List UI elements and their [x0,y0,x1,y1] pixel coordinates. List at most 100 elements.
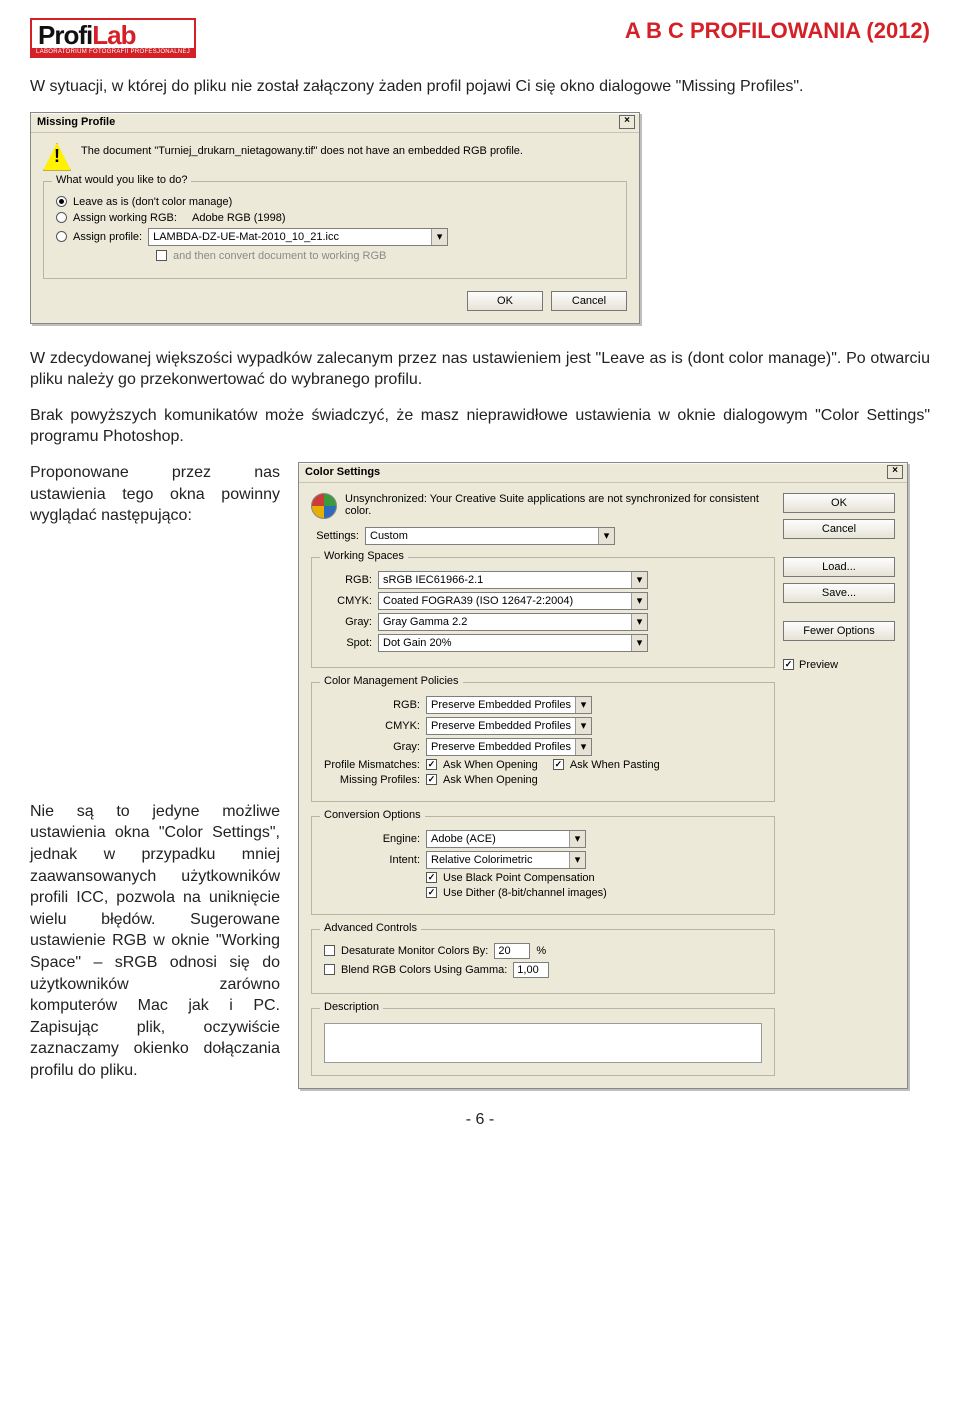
pol-cmyk-label: CMYK: [324,720,420,732]
pol-rgb-combo[interactable]: Preserve Embedded Profiles▾ [426,696,592,714]
ws-rgb-combo[interactable]: sRGB IEC61966-2.1▾ [378,571,648,589]
radio-leave-as-is[interactable] [56,196,67,207]
mismatch-paste-checkbox[interactable] [553,759,564,770]
desat-value: 20 [498,945,510,957]
pol-gray-label: Gray: [324,741,420,753]
paragraph-2: W zdecydowanej większości wypadków zalec… [30,348,930,391]
mismatch-label: Profile Mismatches: [324,759,420,771]
ws-cmyk-label: CMYK: [324,595,372,607]
settings-label: Settings: [311,530,359,542]
mismatch-paste-label: Ask When Pasting [570,759,660,771]
close-icon[interactable]: × [887,465,903,479]
radio-assign-profile[interactable] [56,231,67,242]
ws-gray-combo[interactable]: Gray Gamma 2.2▾ [378,613,648,631]
preview-label: Preview [799,659,838,671]
preview-checkbox[interactable] [783,659,794,670]
color-settings-dialog: Color Settings × Unsynchronized: Your Cr… [298,462,908,1089]
ws-rgb-label: RGB: [324,574,372,586]
save-button[interactable]: Save... [783,583,895,603]
conversion-title: Conversion Options [320,809,425,821]
radio-working-label: Assign working RGB: [73,212,177,224]
missing-open-checkbox[interactable] [426,774,437,785]
pol-cmyk-value: Preserve Embedded Profiles [427,720,575,732]
paragraph-3: Brak powyższych komunikatów może świadcz… [30,405,930,448]
logo-text-2: Lab [92,20,135,50]
intent-value: Relative Colorimetric [427,854,569,866]
logo-text-1: Profi [38,20,92,50]
convert-label: and then convert document to working RGB [173,250,386,262]
warning-icon: ! [43,143,71,171]
radio-working-value: Adobe RGB (1998) [192,212,286,224]
brand-logo: ProfiLab LABORATORIUM FOTOGRAFII PROFESJ… [30,18,196,58]
chevron-down-icon[interactable]: ▾ [631,614,647,630]
dialog-title: Missing Profile [37,116,115,128]
load-button[interactable]: Load... [783,557,895,577]
dialog-title: Color Settings [305,466,380,478]
blend-label: Blend RGB Colors Using Gamma: [341,964,507,976]
bpc-label: Use Black Point Compensation [443,872,595,884]
cancel-button[interactable]: Cancel [551,291,627,311]
blend-checkbox[interactable] [324,964,335,975]
ws-cmyk-value: Coated FOGRA39 (ISO 12647-2:2004) [379,595,631,607]
description-title: Description [320,1001,383,1013]
logo-subtitle: LABORATORIUM FOTOGRAFII PROFESJONALNEJ [32,48,194,56]
chevron-down-icon[interactable]: ▾ [575,718,591,734]
policies-title: Color Management Policies [320,675,463,687]
pol-gray-value: Preserve Embedded Profiles [427,741,575,753]
dither-checkbox[interactable] [426,887,437,898]
desat-suffix: % [536,945,546,957]
chevron-down-icon[interactable]: ▾ [569,831,585,847]
ws-spot-value: Dot Gain 20% [379,637,631,649]
ok-button[interactable]: OK [783,493,895,513]
working-spaces-title: Working Spaces [320,550,408,562]
ok-button[interactable]: OK [467,291,543,311]
mismatch-open-label: Ask When Opening [443,759,538,771]
engine-combo[interactable]: Adobe (ACE)▾ [426,830,586,848]
dither-label: Use Dither (8-bit/channel images) [443,887,607,899]
chevron-down-icon[interactable]: ▾ [631,635,647,651]
ws-rgb-value: sRGB IEC61966-2.1 [379,574,631,586]
missing-profile-dialog: Missing Profile × ! The document "Turnie… [30,112,640,324]
desat-label: Desaturate Monitor Colors By: [341,945,488,957]
mismatch-open-checkbox[interactable] [426,759,437,770]
bpc-checkbox[interactable] [426,872,437,883]
fewer-options-button[interactable]: Fewer Options [783,621,895,641]
missing-label: Missing Profiles: [324,774,420,786]
desat-field[interactable]: 20 [494,943,530,959]
radio-assign-working[interactable] [56,212,67,223]
paragraph-5: Nie są to jedyne możliwe ustawienia okna… [30,801,280,1082]
pol-rgb-value: Preserve Embedded Profiles [427,699,575,711]
convert-checkbox[interactable] [156,250,167,261]
missing-profile-message: The document "Turniej_drukarn_nietagowan… [81,143,523,157]
pol-rgb-label: RGB: [324,699,420,711]
blend-value: 1,00 [517,964,538,976]
settings-value: Custom [366,530,598,542]
chevron-down-icon[interactable]: ▾ [569,852,585,868]
ws-spot-combo[interactable]: Dot Gain 20%▾ [378,634,648,652]
chevron-down-icon[interactable]: ▾ [631,572,647,588]
desat-checkbox[interactable] [324,945,335,956]
pol-gray-combo[interactable]: Preserve Embedded Profiles▾ [426,738,592,756]
cancel-button[interactable]: Cancel [783,519,895,539]
page-header: A B C PROFILOWANIA (2012) [625,18,930,44]
chevron-down-icon[interactable]: ▾ [575,739,591,755]
chevron-down-icon[interactable]: ▾ [631,593,647,609]
chevron-down-icon[interactable]: ▾ [598,528,614,544]
pol-cmyk-combo[interactable]: Preserve Embedded Profiles▾ [426,717,592,735]
intent-label: Intent: [324,854,420,866]
close-icon[interactable]: × [619,115,635,129]
blend-field[interactable]: 1,00 [513,962,549,978]
intent-combo[interactable]: Relative Colorimetric▾ [426,851,586,869]
engine-label: Engine: [324,833,420,845]
settings-combo[interactable]: Custom ▾ [365,527,615,545]
radio-assign-label: Assign profile: [73,231,142,243]
engine-value: Adobe (ACE) [427,833,569,845]
radio-leave-label: Leave as is (don't color manage) [73,196,232,208]
chevron-down-icon[interactable]: ▾ [575,697,591,713]
ws-cmyk-combo[interactable]: Coated FOGRA39 (ISO 12647-2:2004)▾ [378,592,648,610]
assign-profile-value: LAMBDA-DZ-UE-Mat-2010_10_21.icc [149,231,431,243]
assign-profile-combo[interactable]: LAMBDA-DZ-UE-Mat-2010_10_21.icc ▾ [148,228,448,246]
color-wheel-icon [311,493,337,519]
ws-gray-label: Gray: [324,616,372,628]
chevron-down-icon[interactable]: ▾ [431,229,447,245]
